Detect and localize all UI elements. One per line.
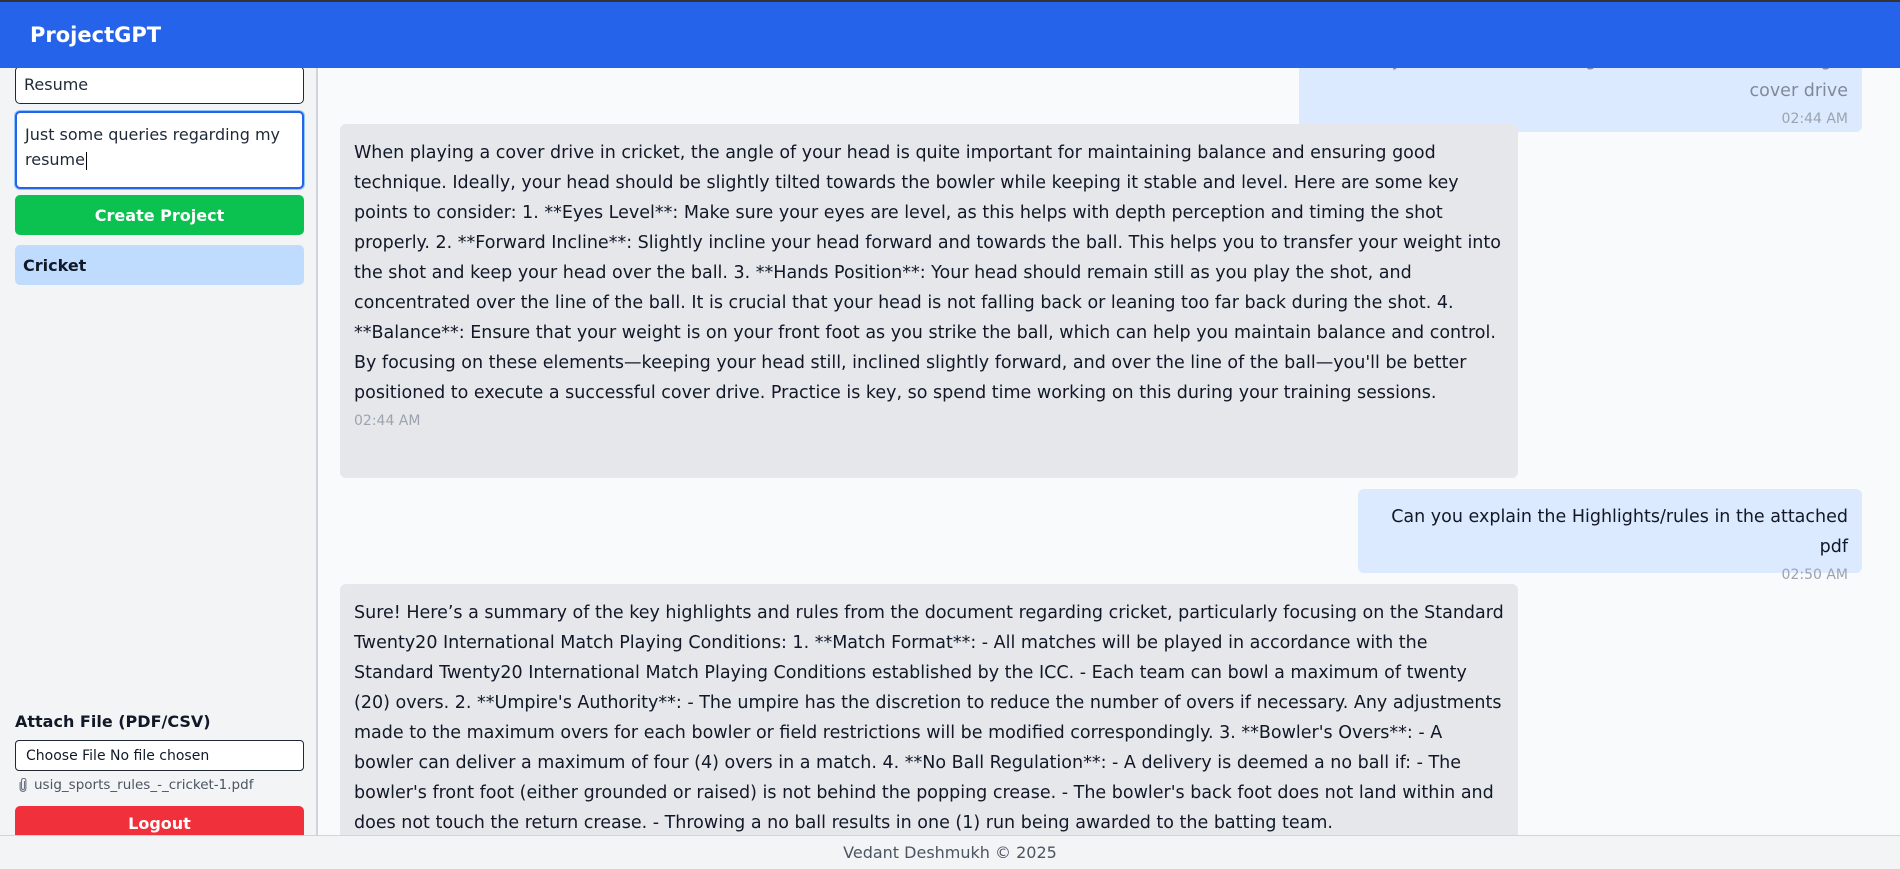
project-description-input[interactable]: Just some queries regarding my resume — [15, 111, 304, 189]
project-name-value: Resume — [24, 75, 89, 94]
create-project-button[interactable]: Create Project — [15, 195, 304, 235]
project-description-value: Just some queries regarding my resume — [25, 125, 280, 169]
message-time: 02:50 AM — [1781, 567, 1848, 583]
attach-file-label: Attach File (PDF/CSV) — [15, 712, 211, 731]
attached-file-name: usig_sports_rules_-_cricket-1.pdf — [34, 777, 254, 793]
message-text: When playing a cover drive in cricket, t… — [354, 143, 1501, 403]
paperclip-icon — [19, 778, 27, 792]
sidebar-item-cricket[interactable]: Cricket — [15, 245, 304, 285]
assistant-message: When playing a cover drive in cricket, t… — [340, 124, 1518, 478]
assistant-message: Sure! Here’s a summary of the key highli… — [340, 584, 1518, 835]
file-input-text: Choose File No file chosen — [26, 747, 210, 764]
user-message: Okay, what is the ideal angle of the hea… — [1299, 68, 1862, 132]
message-text: Can you explain the Highlights/rules in … — [1391, 507, 1848, 557]
message-text: Okay, what is the ideal angle of the hea… — [1357, 68, 1848, 101]
logout-button[interactable]: Logout — [15, 806, 304, 835]
message-time: 02:44 AM — [354, 413, 421, 429]
sidebar: Resume Just some queries regarding my re… — [0, 68, 318, 835]
project-name-input[interactable]: Resume — [15, 68, 304, 104]
message-text: Sure! Here’s a summary of the key highli… — [354, 603, 1504, 833]
app-header: ProjectGPT — [0, 2, 1900, 68]
attached-file[interactable]: usig_sports_rules_-_cricket-1.pdf — [18, 777, 253, 793]
footer-text: Vedant Deshmukh © 2025 — [843, 843, 1057, 862]
sidebar-item-label: Cricket — [23, 255, 87, 275]
text-caret — [85, 151, 87, 170]
app-title: ProjectGPT — [30, 23, 162, 47]
file-input[interactable]: Choose File No file chosen — [15, 740, 304, 771]
chat-area: Okay, what is the ideal angle of the hea… — [318, 68, 1900, 835]
footer: Vedant Deshmukh © 2025 — [0, 835, 1900, 869]
user-message: Can you explain the Highlights/rules in … — [1358, 489, 1862, 583]
